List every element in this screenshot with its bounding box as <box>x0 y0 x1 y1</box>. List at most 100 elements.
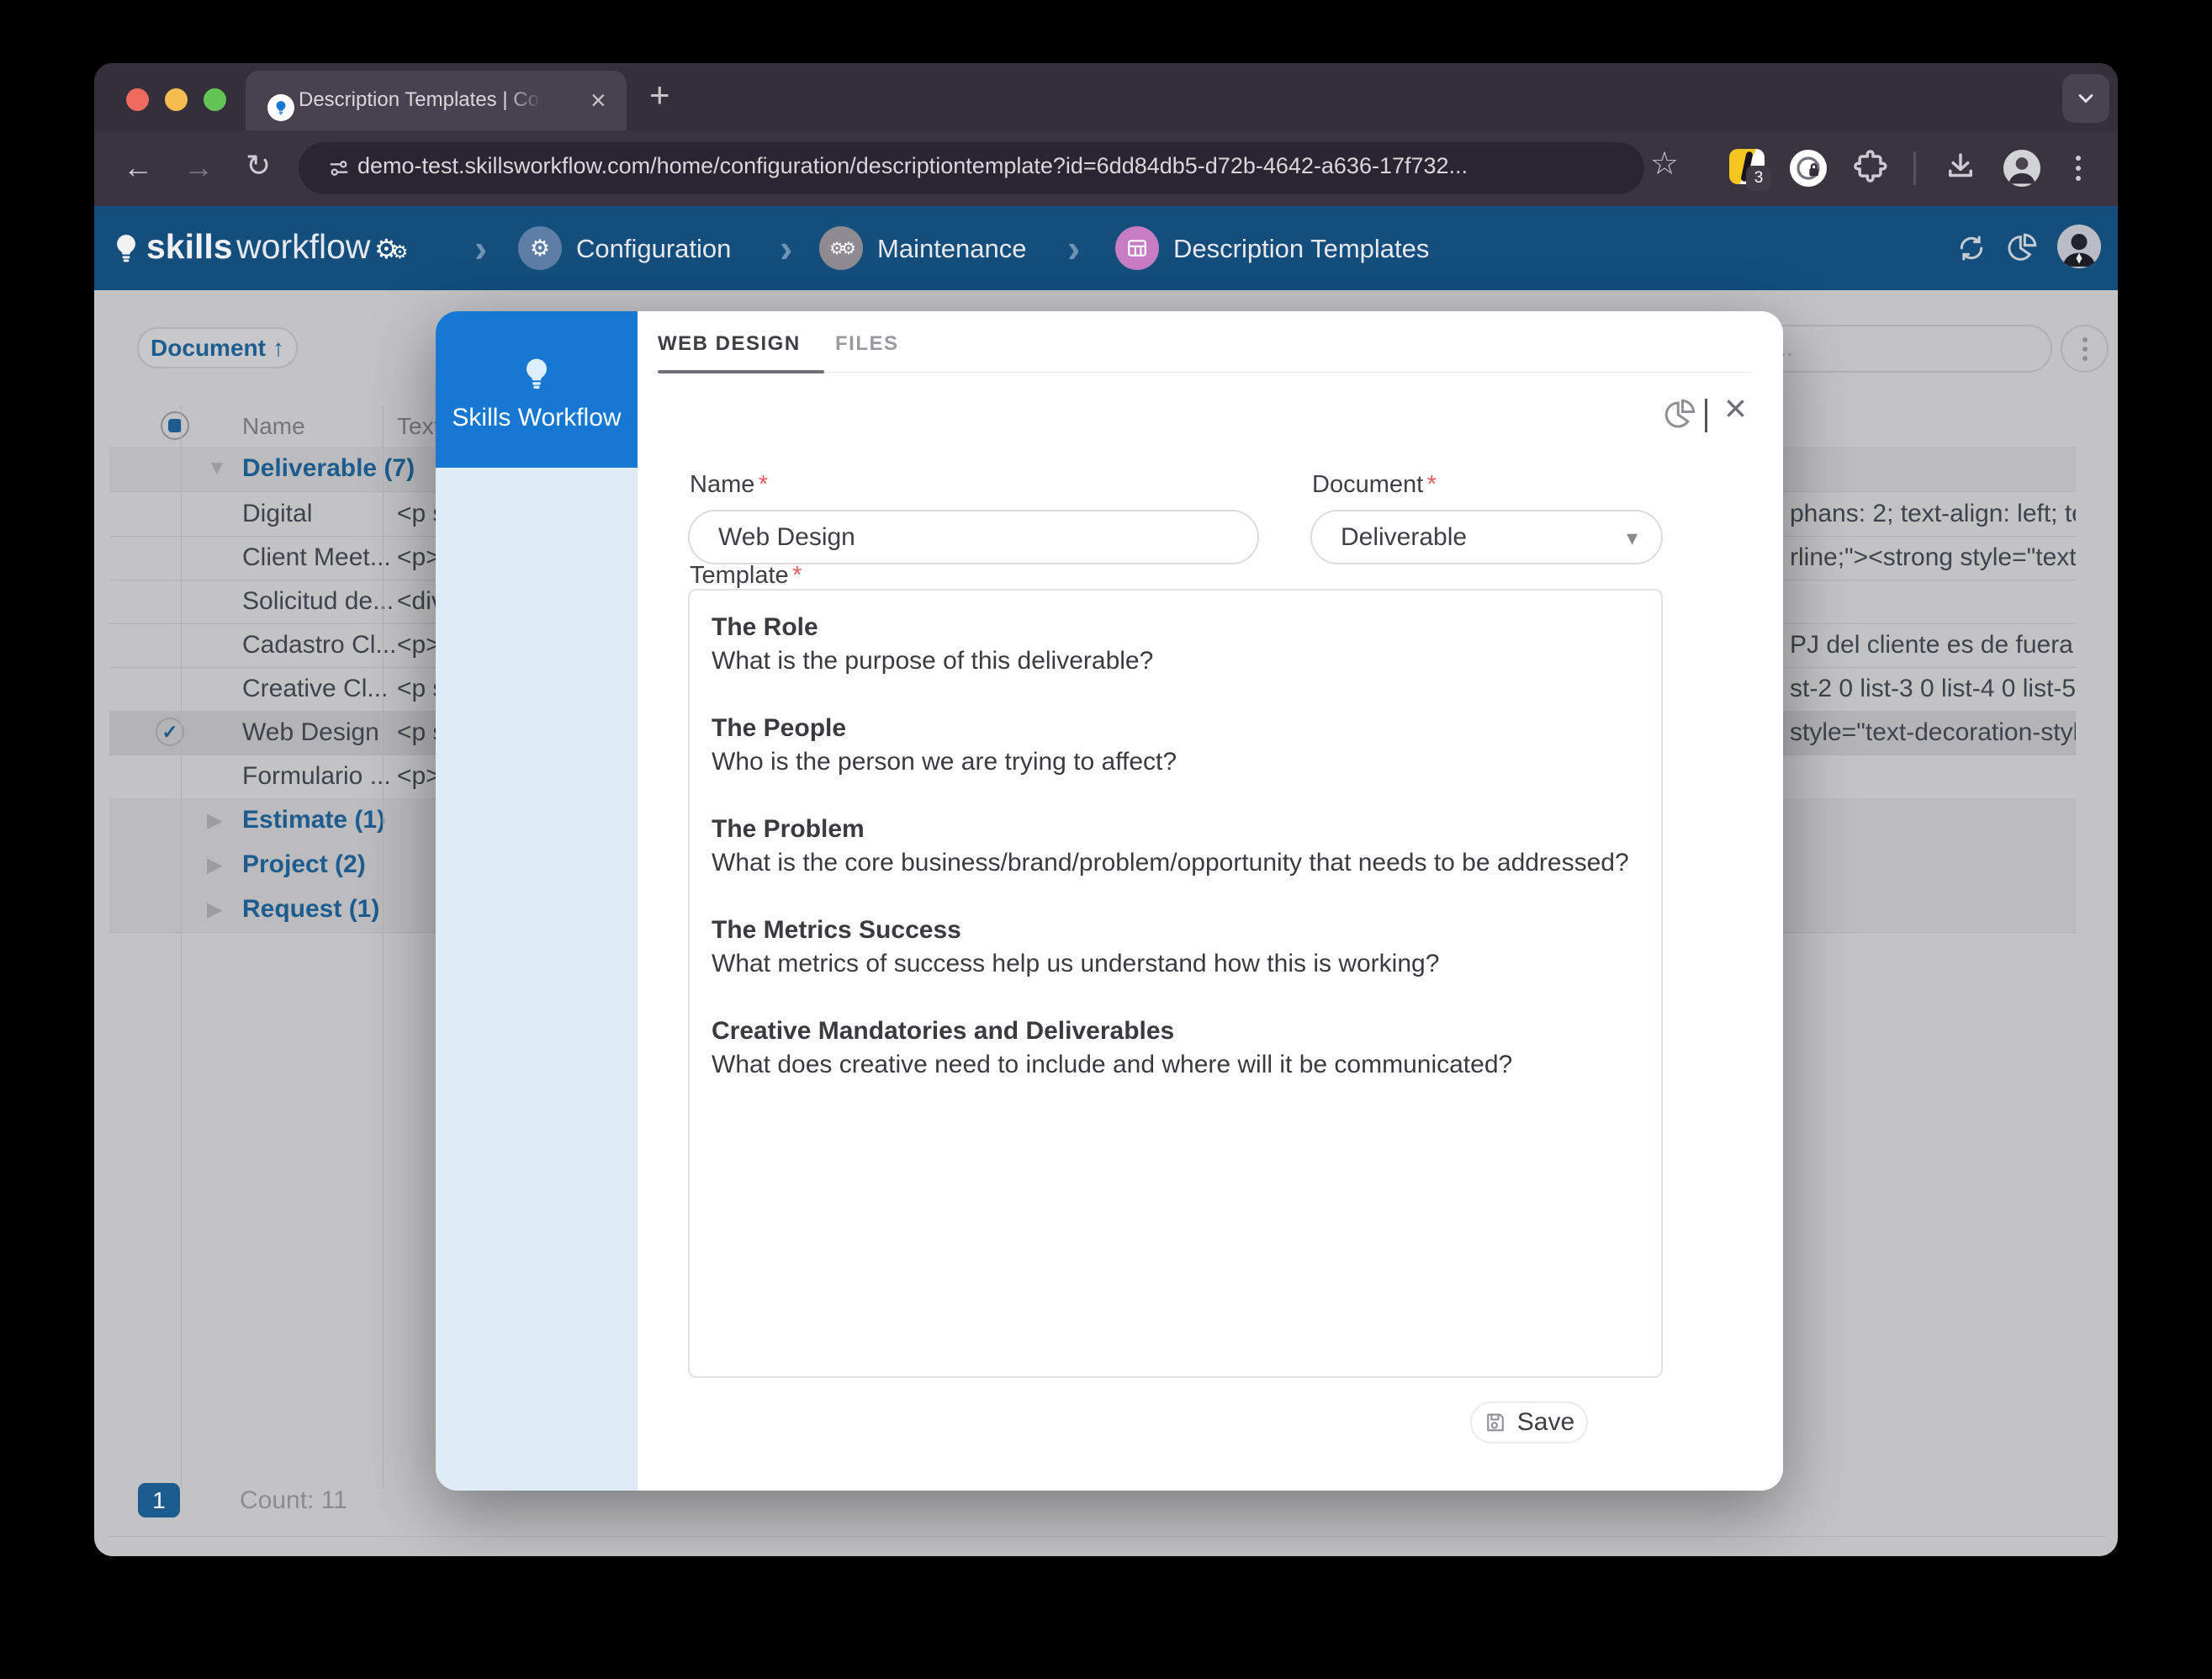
sort-label: Document <box>151 335 266 362</box>
extension-badge: 3 <box>1746 166 1771 191</box>
save-button[interactable]: Save <box>1470 1401 1588 1443</box>
section-body: What is the core business/brand/problem/… <box>712 846 1639 880</box>
expand-triangle-icon[interactable]: ▶ <box>207 853 222 877</box>
document-select[interactable]: Deliverable ▾ <box>1310 510 1663 564</box>
sidebar-lightbulb-icon <box>518 353 555 394</box>
row-name: Web Design <box>242 718 379 747</box>
column-divider <box>181 405 182 1489</box>
user-avatar[interactable] <box>2057 225 2101 268</box>
back-icon[interactable]: ← <box>123 152 153 183</box>
new-tab-button[interactable]: + <box>649 75 670 115</box>
close-window-button[interactable] <box>126 88 149 111</box>
browser-profile-avatar[interactable] <box>2003 150 2040 187</box>
record-count: Count: 11 <box>240 1486 347 1515</box>
template-section: The People Who is the person we are tryi… <box>712 712 1639 779</box>
modal-header-divider <box>1705 399 1707 432</box>
row-name: Cadastro Cl... <box>242 631 396 659</box>
password-manager-icon[interactable] <box>1790 150 1827 187</box>
downloads-icon[interactable] <box>1943 149 1978 188</box>
collapse-triangle-icon[interactable]: ▼ <box>207 457 227 480</box>
required-asterisk: * <box>792 562 802 589</box>
kebab-dots-icon <box>2082 337 2088 361</box>
tab-search-chevron-icon[interactable] <box>2062 74 2109 123</box>
bookmark-star-icon[interactable]: ☆ <box>1650 149 1679 179</box>
row-checkbox-checked[interactable]: ✓ <box>156 718 184 746</box>
configuration-gear-icon[interactable]: ⚙ <box>518 226 562 270</box>
tab-web-design[interactable]: WEB DESIGN <box>658 332 801 356</box>
column-header-name[interactable]: Name <box>242 413 305 440</box>
forward-icon[interactable]: → <box>183 152 214 183</box>
grid-menu-kebab-button[interactable] <box>2061 325 2109 373</box>
template-section: Creative Mandatories and Deliverables Wh… <box>712 1014 1639 1082</box>
breadcrumb-chevron-icon: › <box>780 229 792 267</box>
toolbar-divider <box>1913 151 1916 185</box>
select-all-checkbox[interactable] <box>161 411 189 440</box>
sort-asc-arrow-icon: ↑ <box>273 335 284 362</box>
required-asterisk: * <box>1427 471 1437 498</box>
extensions-puzzle-icon[interactable] <box>1852 147 1889 188</box>
row-text-overflow: rline;"><strong style="text-… <box>1790 543 2076 572</box>
row-text-overflow: style="text-decoration-styl… <box>1790 718 2076 747</box>
expand-triangle-icon[interactable]: ▶ <box>207 808 222 833</box>
floppy-disk-icon <box>1484 1411 1507 1434</box>
name-label: Name * <box>690 471 768 499</box>
row-text-overflow: phans: 2; text-align: left; tex… <box>1790 500 2076 528</box>
section-body: What is the purpose of this deliverable? <box>712 644 1639 678</box>
browser-window: Description Templates | Confi × + ← → ↻ … <box>94 63 2118 1556</box>
screen: Description Templates | Confi × + ← → ↻ … <box>0 0 2212 1679</box>
reload-icon[interactable]: ↻ <box>246 151 271 181</box>
maximize-window-button[interactable] <box>204 88 226 111</box>
browser-menu-kebab-icon[interactable] <box>2076 156 2081 181</box>
section-body: What metrics of success help us understa… <box>712 947 1639 981</box>
url-text[interactable]: demo-test.skillsworkflow.com/home/config… <box>357 153 1468 179</box>
app-header: skills workflow ⚙⚙ › ⚙ Configuration › ⚙… <box>94 206 2118 290</box>
row-name: Client Meet... <box>242 543 391 572</box>
section-body: Who is the person we are trying to affec… <box>712 745 1639 779</box>
row-name: Formulario ... <box>242 762 391 791</box>
sidebar-title: Skills Workflow <box>436 404 638 432</box>
tab-close-icon[interactable]: × <box>590 87 606 114</box>
pagination-page-1[interactable]: 1 <box>138 1483 180 1517</box>
breadcrumb-maintenance[interactable]: Maintenance <box>877 234 1027 264</box>
minimize-window-button[interactable] <box>165 88 188 111</box>
row-name: Creative Cl... <box>242 675 388 703</box>
tab-favicon-lightbulb-icon <box>267 94 294 121</box>
column-divider <box>383 405 384 1489</box>
template-section: The Role What is the purpose of this del… <box>712 611 1639 678</box>
template-editor[interactable]: The Role What is the purpose of this del… <box>688 589 1663 1378</box>
description-templates-grid-icon[interactable] <box>1115 226 1159 270</box>
adblock-extension-icon[interactable]: 3 <box>1729 149 1765 184</box>
tab-title: Description Templates | Confi <box>299 88 542 112</box>
reports-pie-icon[interactable] <box>2005 231 2039 269</box>
template-section: The Problem What is the core business/br… <box>712 813 1639 880</box>
row-name: Digital <box>242 500 312 528</box>
sort-document-button[interactable]: Document ↑ <box>137 327 298 368</box>
group-label: Estimate (1) <box>242 806 385 834</box>
group-label: Request (1) <box>242 895 379 924</box>
group-label: Project (2) <box>242 850 366 879</box>
refresh-icon[interactable] <box>1955 231 1988 269</box>
logo-text-secondary: workflow <box>236 227 370 266</box>
required-asterisk: * <box>759 471 768 498</box>
breadcrumb-configuration[interactable]: Configuration <box>576 234 731 264</box>
tab-files[interactable]: FILES <box>835 332 899 356</box>
template-label: Template * <box>690 562 802 590</box>
tab-strip: Description Templates | Confi × + <box>94 63 2118 130</box>
modal-pie-icon[interactable] <box>1662 397 1697 437</box>
app-logo[interactable]: skills workflow ⚙⚙ <box>146 227 408 267</box>
modal-close-icon[interactable]: × <box>1724 389 1747 427</box>
maintenance-gears-icon[interactable]: ⚙⚙ <box>819 226 863 270</box>
expand-triangle-icon[interactable]: ▶ <box>207 898 222 922</box>
dropdown-caret-icon: ▾ <box>1627 525 1638 551</box>
group-label: Deliverable (7) <box>242 454 415 483</box>
section-heading: The People <box>712 712 1639 745</box>
section-heading: The Role <box>712 611 1639 644</box>
site-settings-icon[interactable] <box>327 156 351 180</box>
breadcrumb-description-templates[interactable]: Description Templates <box>1173 234 1429 264</box>
name-input[interactable]: Web Design <box>688 510 1259 564</box>
column-header-text[interactable]: Text <box>397 413 440 440</box>
browser-tab[interactable]: Description Templates | Confi × <box>246 71 627 130</box>
section-heading: The Metrics Success <box>712 914 1639 947</box>
logo-gear-small-icon: ⚙ <box>392 241 409 262</box>
description-template-modal: Skills Workflow WEB DESIGN FILES × Name … <box>436 311 1783 1491</box>
